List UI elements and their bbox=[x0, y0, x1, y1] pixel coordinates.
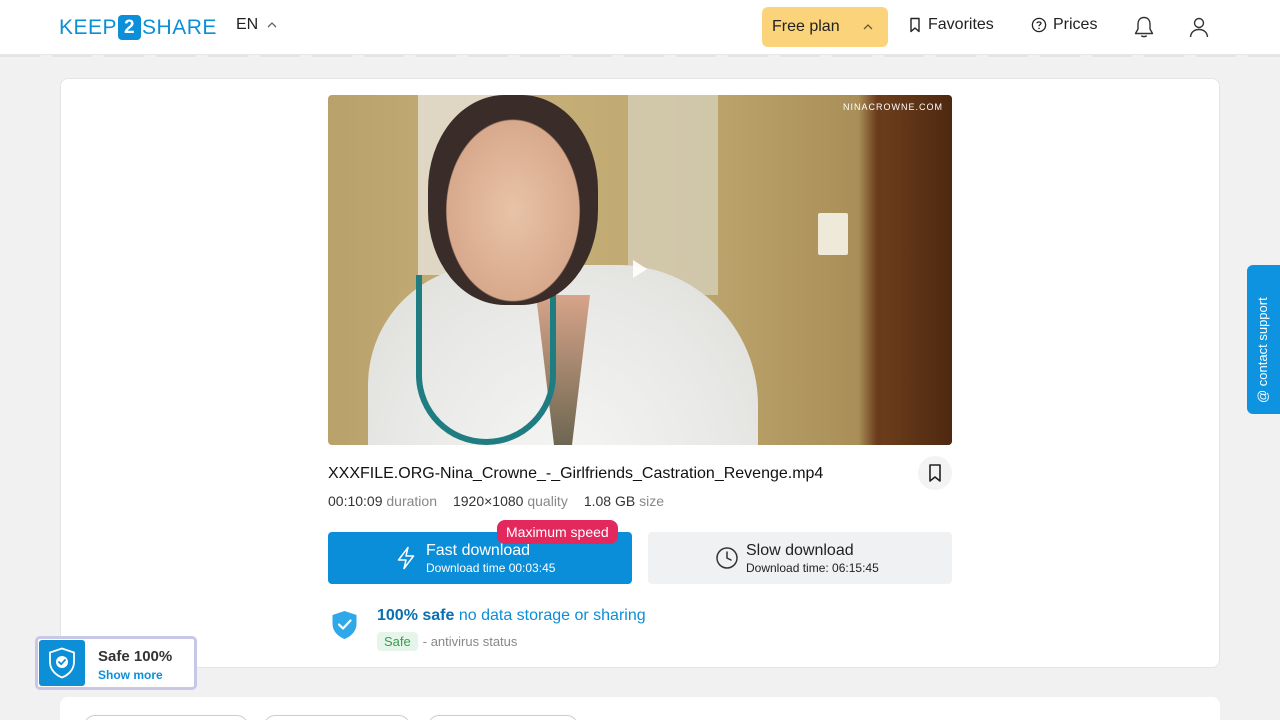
size-label: size bbox=[639, 493, 664, 509]
logo-text-keep: KEEP bbox=[59, 15, 118, 39]
quality-item: 1920×1080 quality bbox=[453, 493, 568, 509]
favorites-label: Favorites bbox=[928, 16, 994, 33]
show-more-link[interactable]: Show more bbox=[98, 668, 163, 682]
size-value: 1.08 GB bbox=[583, 493, 636, 509]
prices-link[interactable]: Prices bbox=[1031, 16, 1097, 34]
duration-item: 00:10:09 duration bbox=[328, 493, 437, 509]
duration-value: 00:10:09 bbox=[328, 493, 383, 509]
fast-download-time: Download time 00:03:45 bbox=[426, 561, 556, 575]
site-logo[interactable]: KEEP 2 SHARE bbox=[59, 14, 217, 41]
lightning-icon bbox=[397, 546, 415, 570]
top-header: KEEP 2 SHARE EN Free plan Favorites Pric… bbox=[0, 0, 1280, 55]
add-to-favorites-button[interactable] bbox=[918, 456, 952, 490]
safe-badge: Safe bbox=[377, 632, 418, 651]
slow-download-time: Download time: 06:15:45 bbox=[746, 561, 879, 575]
safe-popup[interactable]: Safe 100% Show more bbox=[35, 636, 197, 690]
header-divider bbox=[0, 55, 1280, 57]
language-label: EN bbox=[236, 16, 259, 33]
notifications-button[interactable] bbox=[1132, 14, 1156, 40]
file-meta: 00:10:09 duration 1920×1080 quality 1.08… bbox=[328, 493, 664, 509]
contact-support-button[interactable]: @ contact support bbox=[1247, 265, 1280, 414]
tab-pill[interactable] bbox=[428, 715, 578, 720]
safety-headline: 100% safe no data storage or sharing bbox=[377, 607, 646, 625]
safe-popup-icon-box bbox=[39, 640, 85, 686]
quality-label: quality bbox=[527, 493, 568, 509]
secondary-card bbox=[60, 697, 1220, 720]
video-watermark: NINACROWNE.COM bbox=[843, 102, 943, 112]
shield-check-icon bbox=[49, 647, 75, 679]
favorites-link[interactable]: Favorites bbox=[908, 16, 994, 34]
file-name: XXXFILE.ORG-Nina_Crowne_-_Girlfriends_Ca… bbox=[328, 465, 824, 482]
duration-label: duration bbox=[386, 493, 437, 509]
antivirus-status-label: - antivirus status bbox=[422, 634, 518, 649]
clock-icon bbox=[716, 547, 738, 569]
antivirus-status: Safe - antivirus status bbox=[377, 632, 517, 651]
account-button[interactable] bbox=[1187, 14, 1211, 40]
bookmark-icon bbox=[929, 464, 941, 482]
shield-check-icon bbox=[332, 611, 357, 639]
maximum-speed-badge: Maximum speed bbox=[497, 520, 618, 544]
person-head bbox=[428, 95, 598, 305]
tab-pill[interactable] bbox=[264, 715, 410, 720]
door bbox=[882, 95, 952, 445]
fast-download-label: Fast download bbox=[426, 542, 531, 559]
play-icon[interactable] bbox=[633, 260, 647, 278]
plan-label: Free plan bbox=[772, 18, 840, 35]
question-circle-icon bbox=[1031, 17, 1047, 33]
prices-label: Prices bbox=[1053, 16, 1098, 33]
slow-download-button[interactable]: Slow download Download time: 06:15:45 bbox=[648, 532, 952, 584]
safety-headline-rest: no data storage or sharing bbox=[458, 607, 646, 624]
quality-value: 1920×1080 bbox=[452, 493, 524, 509]
logo-text-share: SHARE bbox=[142, 15, 217, 39]
contact-support-label: @ contact support bbox=[1255, 297, 1270, 403]
bell-icon bbox=[1134, 16, 1154, 38]
bookmark-icon bbox=[910, 17, 920, 33]
light-switch bbox=[818, 213, 848, 255]
tab-pill[interactable] bbox=[84, 715, 248, 720]
language-selector[interactable]: EN bbox=[236, 16, 278, 34]
slow-download-label: Slow download bbox=[746, 542, 854, 559]
user-icon bbox=[1189, 17, 1209, 38]
safe-popup-title: Safe 100% bbox=[98, 648, 173, 665]
free-plan-button[interactable]: Free plan bbox=[762, 7, 888, 47]
size-item: 1.08 GB size bbox=[584, 493, 664, 509]
logo-text-2: 2 bbox=[118, 15, 142, 40]
video-preview[interactable]: NINACROWNE.COM bbox=[328, 95, 952, 445]
chevron-up-icon bbox=[863, 24, 873, 30]
chevron-up-icon bbox=[267, 22, 277, 28]
safety-headline-bold: 100% safe bbox=[377, 607, 455, 624]
